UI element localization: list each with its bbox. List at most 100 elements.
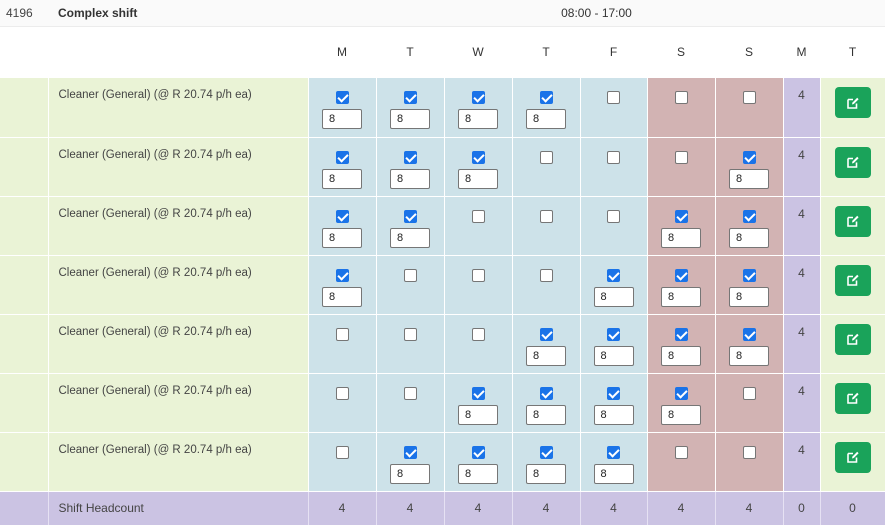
day-checkbox-thu[interactable] [539,327,553,341]
day-checkbox-tue[interactable] [403,327,417,341]
hours-input[interactable]: 8 [729,227,769,248]
day-checkbox-sat[interactable] [674,268,688,282]
day-checkbox-sun[interactable] [742,445,756,459]
row-day-count: 4 [783,373,821,433]
day-checkbox-thu[interactable] [539,445,553,459]
day-checkbox-thu[interactable] [539,91,553,104]
day-checkbox-wed[interactable] [471,386,485,400]
edit-row-button[interactable] [834,264,871,296]
day-checkbox-thu[interactable] [539,209,553,223]
day-checkbox-sat[interactable] [674,386,688,400]
hours-input[interactable]: 8 [729,168,769,189]
day-checkbox-mon[interactable] [335,445,349,459]
day-checkbox-sat[interactable] [674,91,688,104]
count-header: M [783,26,820,78]
day-checkbox-tue[interactable] [403,386,417,400]
day-checkbox-tue[interactable] [403,150,417,164]
day-cell-tue [376,314,445,374]
day-checkbox-sun[interactable] [742,150,756,164]
hours-input[interactable]: 8 [390,227,430,248]
day-checkbox-thu[interactable] [539,268,553,282]
day-cell-content: 8 [716,315,783,366]
day-cell-thu: 8 [512,314,581,374]
day-cell-content [581,197,647,223]
day-checkbox-fri[interactable] [607,268,620,282]
day-checkbox-tue[interactable] [403,445,417,459]
hours-input[interactable]: 8 [729,345,769,366]
day-cell-content [648,78,715,104]
headcount-label: Shift Headcount [48,491,309,525]
day-cell-sat: 8 [647,255,716,315]
day-checkbox-mon[interactable] [335,386,349,400]
day-checkbox-wed[interactable] [471,327,485,341]
day-cell-content: 8 [377,197,444,248]
day-checkbox-fri[interactable] [607,150,620,164]
hours-input[interactable]: 8 [322,227,362,248]
hours-input[interactable]: 8 [458,463,498,484]
day-checkbox-sun[interactable] [742,209,756,223]
day-checkbox-thu[interactable] [539,150,553,164]
hours-input[interactable]: 8 [593,286,634,307]
hours-input[interactable]: 8 [322,286,362,307]
hours-input[interactable]: 8 [661,345,701,366]
hours-input[interactable]: 8 [526,345,566,366]
hours-input[interactable]: 8 [458,168,498,189]
day-checkbox-sat[interactable] [674,445,688,459]
day-checkbox-fri[interactable] [607,209,620,223]
day-cell-content: 8 [513,433,580,484]
day-checkbox-sun[interactable] [742,386,756,400]
edit-row-button[interactable] [834,382,871,414]
edit-row-button[interactable] [834,205,871,237]
day-cell-content: 8 [716,138,783,189]
day-checkbox-wed[interactable] [471,268,485,282]
day-checkbox-sat[interactable] [674,209,688,223]
hours-input[interactable]: 8 [661,286,701,307]
day-checkbox-sun[interactable] [742,268,756,282]
day-checkbox-mon[interactable] [335,209,349,223]
day-checkbox-tue[interactable] [403,268,417,282]
day-cell-tue [376,255,445,315]
day-checkbox-sun[interactable] [742,91,756,104]
hours-input[interactable]: 8 [458,404,498,425]
hours-input[interactable]: 8 [526,404,566,425]
day-checkbox-wed[interactable] [471,209,485,223]
hours-input[interactable]: 8 [661,227,701,248]
edit-row-button[interactable] [834,146,871,178]
hours-input[interactable]: 8 [390,109,430,129]
day-checkbox-wed[interactable] [471,150,485,164]
day-checkbox-tue[interactable] [403,91,417,104]
hours-input[interactable]: 8 [526,109,566,129]
edit-row-button[interactable] [834,441,871,473]
day-checkbox-wed[interactable] [471,91,485,104]
day-checkbox-tue[interactable] [403,209,417,223]
hours-input[interactable]: 8 [593,345,634,366]
day-checkbox-sat[interactable] [674,327,688,341]
hours-input[interactable]: 8 [729,286,769,307]
edit-row-button[interactable] [834,87,871,118]
hours-input[interactable]: 8 [390,463,430,484]
hours-input[interactable]: 8 [322,168,362,189]
day-checkbox-fri[interactable] [607,91,620,104]
day-checkbox-sun[interactable] [742,327,756,341]
day-checkbox-mon[interactable] [335,91,349,104]
day-checkbox-mon[interactable] [335,327,349,341]
hours-input[interactable]: 8 [661,404,701,425]
edit-row-button[interactable] [834,323,871,355]
shift-table: 4196 Complex shift 08:00 - 17:00 M T W T… [0,0,885,525]
day-checkbox-fri[interactable] [607,327,620,341]
day-cell-sun: 8 [715,314,784,374]
hours-input[interactable]: 8 [593,463,634,484]
day-checkbox-thu[interactable] [539,386,553,400]
hours-input[interactable]: 8 [526,463,566,484]
day-checkbox-fri[interactable] [607,445,620,459]
hours-input[interactable]: 8 [390,168,430,189]
day-checkbox-mon[interactable] [335,268,349,282]
day-checkbox-wed[interactable] [471,445,485,459]
day-checkbox-mon[interactable] [335,150,349,164]
day-checkbox-sat[interactable] [674,150,688,164]
hours-input[interactable]: 8 [593,404,634,425]
hours-input[interactable]: 8 [458,109,498,129]
day-checkbox-fri[interactable] [607,386,620,400]
hours-input[interactable]: 8 [322,109,362,129]
role-label: Cleaner (General) (@ R 20.74 p/h ea) [48,314,309,374]
